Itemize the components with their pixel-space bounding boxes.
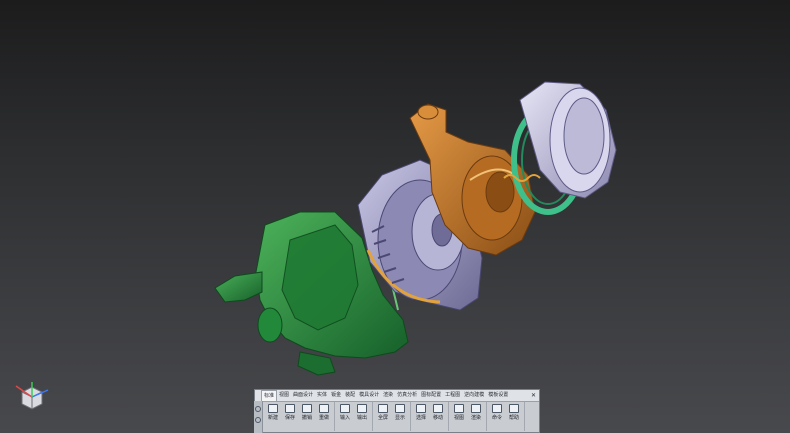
ribbon-button[interactable]: 命令 bbox=[490, 404, 504, 421]
ribbon-button-icon bbox=[433, 404, 443, 413]
ribbon-tab[interactable]: 工程图 bbox=[443, 390, 462, 401]
ribbon-button[interactable]: 选择 bbox=[414, 404, 428, 421]
ribbon-button[interactable]: 输入 bbox=[338, 404, 352, 421]
ribbon-button-icon bbox=[378, 404, 388, 413]
cad-viewport[interactable] bbox=[0, 0, 790, 433]
ribbon-button[interactable]: 全屏 bbox=[376, 404, 390, 421]
ribbon-button-label: 输入 bbox=[339, 415, 350, 421]
ribbon-button-icon bbox=[509, 404, 519, 413]
ribbon-button-label: 帮助 bbox=[508, 415, 519, 421]
ribbon-tab[interactable]: 模具设计 bbox=[357, 390, 381, 401]
ribbon-button-icon bbox=[302, 404, 312, 413]
ribbon-button-label: 保存 bbox=[284, 415, 295, 421]
ribbon-group: 视图 渲染 bbox=[449, 402, 487, 431]
ribbon-button[interactable]: 显示 bbox=[393, 404, 407, 421]
ribbon-button-label: 选择 bbox=[415, 415, 426, 421]
ribbon-button-label: 命令 bbox=[491, 415, 502, 421]
ribbon-group: 命令 帮助 bbox=[487, 402, 525, 431]
ribbon-button-icon bbox=[319, 404, 329, 413]
ribbon-tab[interactable]: 逆向建模 bbox=[462, 390, 486, 401]
ribbon-button-label: 重做 bbox=[318, 415, 329, 421]
ribbon-button-icon bbox=[268, 404, 278, 413]
ribbon-tab[interactable]: 模板设置 bbox=[486, 390, 510, 401]
ribbon-button-label: 新建 bbox=[267, 415, 278, 421]
ribbon-button-icon bbox=[340, 404, 350, 413]
ribbon-button-label: 视图 bbox=[453, 415, 464, 421]
ribbon-button-icon bbox=[492, 404, 502, 413]
ribbon-tab[interactable]: 实体 bbox=[315, 390, 329, 401]
ribbon-button-icon bbox=[357, 404, 367, 413]
close-icon[interactable]: ✕ bbox=[531, 392, 536, 399]
ribbon-tab[interactable]: 视图 bbox=[277, 390, 291, 401]
ribbon-tabs: 标准 视图 曲面设计 实体 钣金 装配 模具设计 渲染 仿真分析 图标配置 工程图 逆向建模 模板设置 bbox=[255, 390, 539, 402]
ribbon-group: 输入 输出 bbox=[335, 402, 373, 431]
ribbon-tab[interactable]: 图标配置 bbox=[419, 390, 443, 401]
ribbon-group: 选择 移动 bbox=[411, 402, 449, 431]
ribbon-button[interactable]: 渲染 bbox=[469, 404, 483, 421]
ribbon-tab[interactable]: 标准 bbox=[261, 390, 278, 401]
ribbon-body: 新建 保存 撤销 重做 输入 输出 全屏 显示 选择 移动 视图 渲染 命令 帮助 bbox=[255, 402, 539, 433]
ribbon-button-icon bbox=[285, 404, 295, 413]
ribbon-tab[interactable]: 曲面设计 bbox=[291, 390, 315, 401]
ribbon-button-label: 移动 bbox=[432, 415, 443, 421]
ribbon-button-label: 撤销 bbox=[301, 415, 312, 421]
ribbon-button-label: 全屏 bbox=[377, 415, 388, 421]
ribbon-button[interactable]: 重做 bbox=[317, 404, 331, 421]
ribbon-button-label: 渲染 bbox=[470, 415, 481, 421]
ribbon-tab[interactable]: 装配 bbox=[343, 390, 357, 401]
ribbon-button-icon bbox=[454, 404, 464, 413]
ribbon-group: 新建 保存 撤销 重做 bbox=[263, 402, 335, 431]
ribbon-button-icon bbox=[395, 404, 405, 413]
ribbon-button[interactable]: 输出 bbox=[355, 404, 369, 421]
ribbon-button-icon bbox=[471, 404, 481, 413]
ribbon-group: 全屏 显示 bbox=[373, 402, 411, 431]
ribbon-button-label: 输出 bbox=[356, 415, 367, 421]
ribbon-button[interactable]: 视图 bbox=[452, 404, 466, 421]
ribbon-button[interactable]: 移动 bbox=[431, 404, 445, 421]
ribbon-button[interactable]: 保存 bbox=[283, 404, 297, 421]
pump-cap-part[interactable] bbox=[519, 81, 617, 199]
ribbon-tab[interactable]: 渲染 bbox=[381, 390, 395, 401]
command-ribbon: 标准 视图 曲面设计 实体 钣金 装配 模具设计 渲染 仿真分析 图标配置 工程图 逆向建模 模板设置 … bbox=[254, 389, 540, 433]
ribbon-tab[interactable]: 仿真分析 bbox=[395, 390, 419, 401]
ribbon-button-icon bbox=[416, 404, 426, 413]
ribbon-button[interactable]: 新建 bbox=[266, 404, 280, 421]
ribbon-tab[interactable]: 钣金 bbox=[329, 390, 343, 401]
ribbon-button[interactable]: 撤销 bbox=[300, 404, 314, 421]
ribbon-button[interactable]: 帮助 bbox=[507, 404, 521, 421]
view-cube-icon[interactable] bbox=[12, 380, 52, 414]
ribbon-button-label: 显示 bbox=[394, 415, 405, 421]
